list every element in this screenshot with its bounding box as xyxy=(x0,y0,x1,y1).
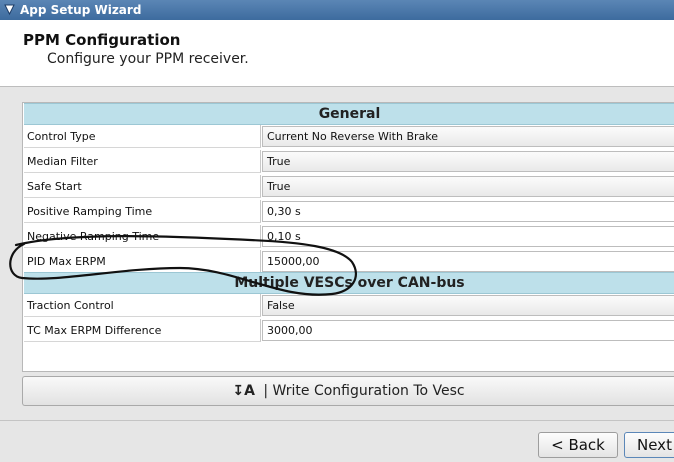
control-type-select[interactable]: Current No Reverse With Brake xyxy=(262,126,674,147)
row-label: Negative Ramping Time xyxy=(24,225,261,248)
page-title: PPM Configuration xyxy=(23,31,181,49)
back-button[interactable]: < Back xyxy=(538,432,618,458)
config-table: General Control Type Current No Reverse … xyxy=(22,102,674,372)
tc-max-erpm-difference-input[interactable]: 3000,00 xyxy=(262,320,674,341)
app-icon xyxy=(4,4,15,16)
row-label: Control Type xyxy=(24,125,261,148)
row-safe-start: Safe Start True xyxy=(24,175,674,199)
row-label: PID Max ERPM xyxy=(24,250,261,273)
wizard-header: PPM Configuration Configure your PPM rec… xyxy=(0,20,674,87)
row-median-filter: Median Filter True xyxy=(24,150,674,174)
row-tc-max-erpm-difference: TC Max ERPM Difference 3000,00 xyxy=(24,319,674,343)
traction-control-select[interactable]: False xyxy=(262,295,674,316)
write-configuration-label: | Write Configuration To Vesc xyxy=(263,383,465,399)
section-general: General xyxy=(24,103,674,125)
row-label: Positive Ramping Time xyxy=(24,200,261,223)
write-config-icon: ↧A xyxy=(232,383,255,399)
row-pid-max-erpm: PID Max ERPM 15000,00 xyxy=(24,250,674,274)
median-filter-select[interactable]: True xyxy=(262,151,674,172)
footer-divider xyxy=(0,420,674,421)
next-button[interactable]: Next xyxy=(624,432,674,458)
row-negative-ramping-time: Negative Ramping Time 0,10 s xyxy=(24,225,674,249)
safe-start-select[interactable]: True xyxy=(262,176,674,197)
write-configuration-button[interactable]: ↧A | Write Configuration To Vesc xyxy=(22,376,674,406)
negative-ramping-time-input[interactable]: 0,10 s xyxy=(262,226,674,247)
row-label: TC Max ERPM Difference xyxy=(24,319,261,342)
row-label: Safe Start xyxy=(24,175,261,198)
positive-ramping-time-input[interactable]: 0,30 s xyxy=(262,201,674,222)
section-can-bus: Multiple VESCs over CAN-bus xyxy=(24,272,674,294)
row-label: Median Filter xyxy=(24,150,261,173)
page-subtitle: Configure your PPM receiver. xyxy=(47,51,249,67)
row-control-type: Control Type Current No Reverse With Bra… xyxy=(24,125,674,149)
pid-max-erpm-input[interactable]: 15000,00 xyxy=(262,251,674,272)
window-title: App Setup Wizard xyxy=(20,3,142,17)
row-traction-control: Traction Control False xyxy=(24,294,674,318)
window-titlebar: App Setup Wizard xyxy=(0,0,674,20)
row-label: Traction Control xyxy=(24,294,261,317)
row-positive-ramping-time: Positive Ramping Time 0,30 s xyxy=(24,200,674,224)
